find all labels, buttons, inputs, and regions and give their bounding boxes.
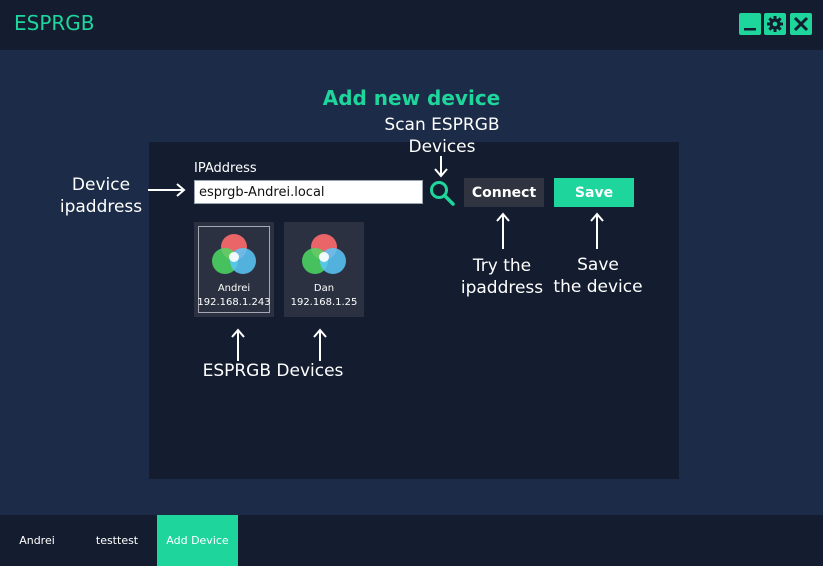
ip-address-label: IPAddress [194, 161, 257, 176]
tab-add-device[interactable]: Add Device [157, 515, 238, 566]
minimize-icon[interactable] [739, 13, 761, 35]
app-title: ESPRGB [14, 11, 95, 35]
annotation-line: ipaddress [460, 278, 544, 298]
arrow-up-icon [231, 328, 245, 361]
search-icon [430, 181, 455, 206]
arrow-up-icon [313, 328, 327, 361]
connect-button[interactable]: Connect [464, 178, 544, 207]
close-icon[interactable] [790, 13, 812, 35]
rgb-logo-icon [212, 234, 256, 274]
arrow-up-icon [496, 212, 510, 249]
device-ip: 192.168.1.243 [197, 297, 271, 308]
annotation-line: ipaddress [59, 197, 143, 217]
tab-andrei[interactable]: Andrei [0, 515, 74, 566]
annotation-save: Save the device [548, 254, 648, 298]
device-name: Dan [313, 283, 335, 294]
annotation-devices: ESPRGB Devices [202, 361, 344, 381]
annotation-line: the device [553, 277, 643, 297]
tab-bar: Andrei testtest Add Device [0, 515, 823, 566]
page-title: Add new device [322, 86, 501, 110]
arrow-down-icon [434, 156, 448, 178]
annotation-line: Devices [408, 137, 476, 157]
ip-address-input[interactable] [194, 180, 423, 204]
annotation-scan: Scan ESPRGB Devices [378, 114, 506, 158]
annotation-line: Try the [472, 256, 532, 276]
arrow-up-icon [590, 212, 604, 249]
annotation-device-ip: Device ipaddress [56, 174, 146, 218]
tab-testtest[interactable]: testtest [80, 515, 154, 566]
arrow-right-icon [148, 183, 186, 197]
title-bar: ESPRGB [0, 0, 823, 50]
annotation-line: Save [577, 255, 619, 275]
annotation-try: Try the ipaddress [452, 255, 552, 299]
device-ip: 192.168.1.25 [290, 297, 358, 308]
device-card-dan[interactable]: Dan 192.168.1.25 [284, 222, 364, 317]
annotation-line: Scan ESPRGB [384, 115, 500, 135]
device-card-andrei[interactable]: Andrei 192.168.1.243 [194, 222, 274, 317]
rgb-logo-icon [302, 234, 346, 274]
gear-icon[interactable] [764, 13, 786, 35]
save-button[interactable]: Save [554, 178, 634, 207]
scan-devices-button[interactable] [428, 179, 456, 207]
device-name: Andrei [217, 283, 251, 294]
annotation-line: Device [71, 175, 131, 195]
